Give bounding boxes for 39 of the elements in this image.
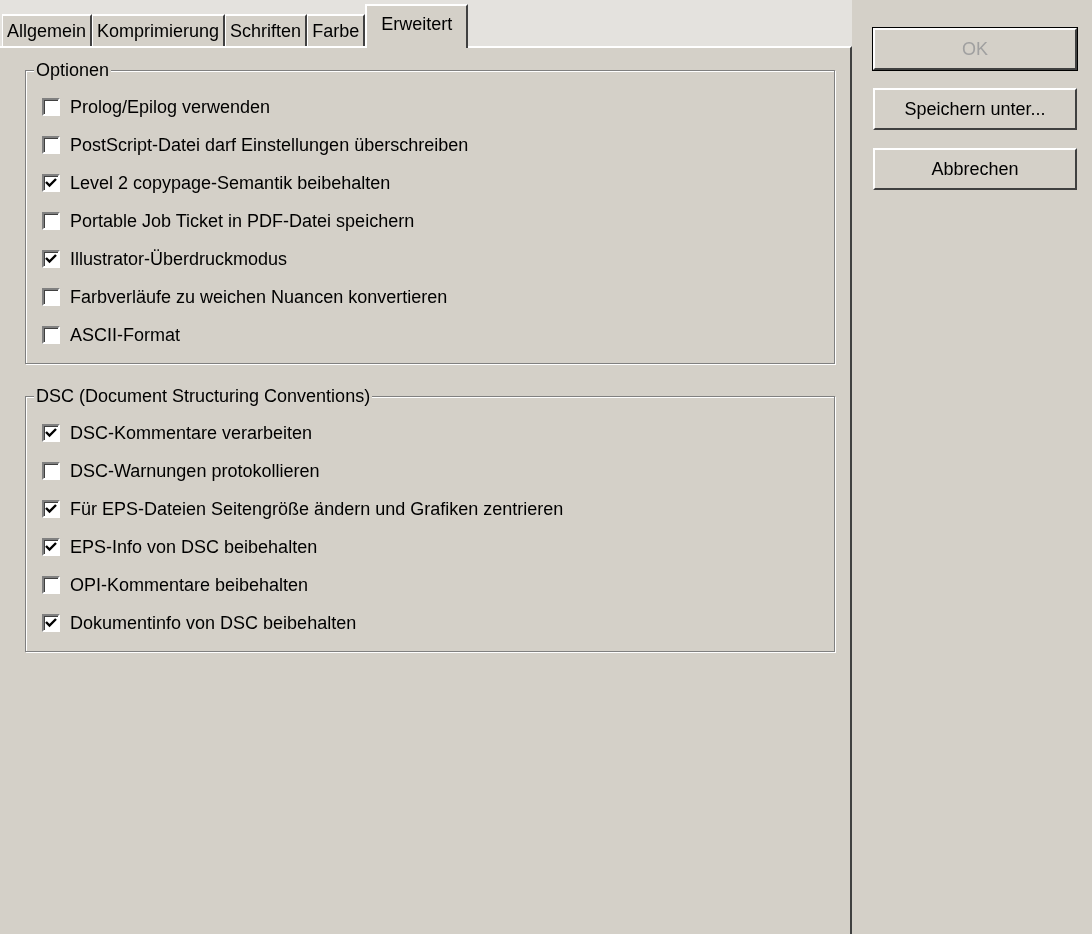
checkbox-label: ASCII-Format (70, 323, 180, 347)
checkbox[interactable] (42, 424, 60, 442)
checkbox-label: Portable Job Ticket in PDF-Datei speichern (70, 209, 415, 233)
checkbox-label: DSC-Warnungen protokollieren (70, 459, 320, 483)
checkmark-icon (45, 177, 57, 189)
tab[interactable]: Allgemein (2, 14, 93, 46)
tab[interactable]: Farbe (307, 14, 366, 46)
checkmark-icon (45, 503, 57, 515)
tab[interactable]: Erweitert (365, 4, 469, 48)
checkbox[interactable] (42, 98, 60, 116)
checkbox[interactable] (42, 250, 60, 268)
checkbox-label: Farbverläufe zu weichen Nuancen konvertieren (70, 285, 448, 309)
checkbox[interactable] (42, 136, 60, 154)
checkbox-label: Dokumentinfo von DSC beibehalten (70, 611, 357, 635)
dialog-button[interactable]: Speichern unter... (873, 88, 1077, 130)
checkbox[interactable] (42, 288, 60, 306)
checkbox-label: Level 2 copypage-Semantik beibehalten (70, 171, 391, 195)
checkmark-icon (45, 427, 57, 439)
checkbox[interactable] (42, 538, 60, 556)
checkbox[interactable] (42, 326, 60, 344)
checkbox-label: Prolog/Epilog verwenden (70, 95, 271, 119)
checkmark-icon (45, 617, 57, 629)
checkbox[interactable] (42, 576, 60, 594)
checkmark-icon (45, 253, 57, 265)
checkmark-icon (45, 541, 57, 553)
checkbox[interactable] (42, 500, 60, 518)
tab[interactable]: Schriften (225, 14, 308, 46)
checkbox-label: Illustrator-Überdruckmodus (70, 247, 288, 271)
checkbox-label: EPS-Info von DSC beibehalten (70, 535, 318, 559)
checkbox-label: Für EPS-Dateien Seitengröße ändern und Grafiken zentrieren (70, 497, 564, 521)
tab[interactable]: Komprimierung (92, 14, 226, 46)
checkbox-label: PostScript-Datei darf Einstellungen überschreiben (70, 133, 469, 157)
dialog-button[interactable]: Abbrechen (873, 148, 1077, 190)
checkbox[interactable] (42, 174, 60, 192)
checkbox[interactable] (42, 212, 60, 230)
checkbox[interactable] (42, 462, 60, 480)
checkbox[interactable] (42, 614, 60, 632)
checkbox-label: DSC-Kommentare verarbeiten (70, 421, 313, 445)
checkbox-label: OPI-Kommentare beibehalten (70, 573, 309, 597)
